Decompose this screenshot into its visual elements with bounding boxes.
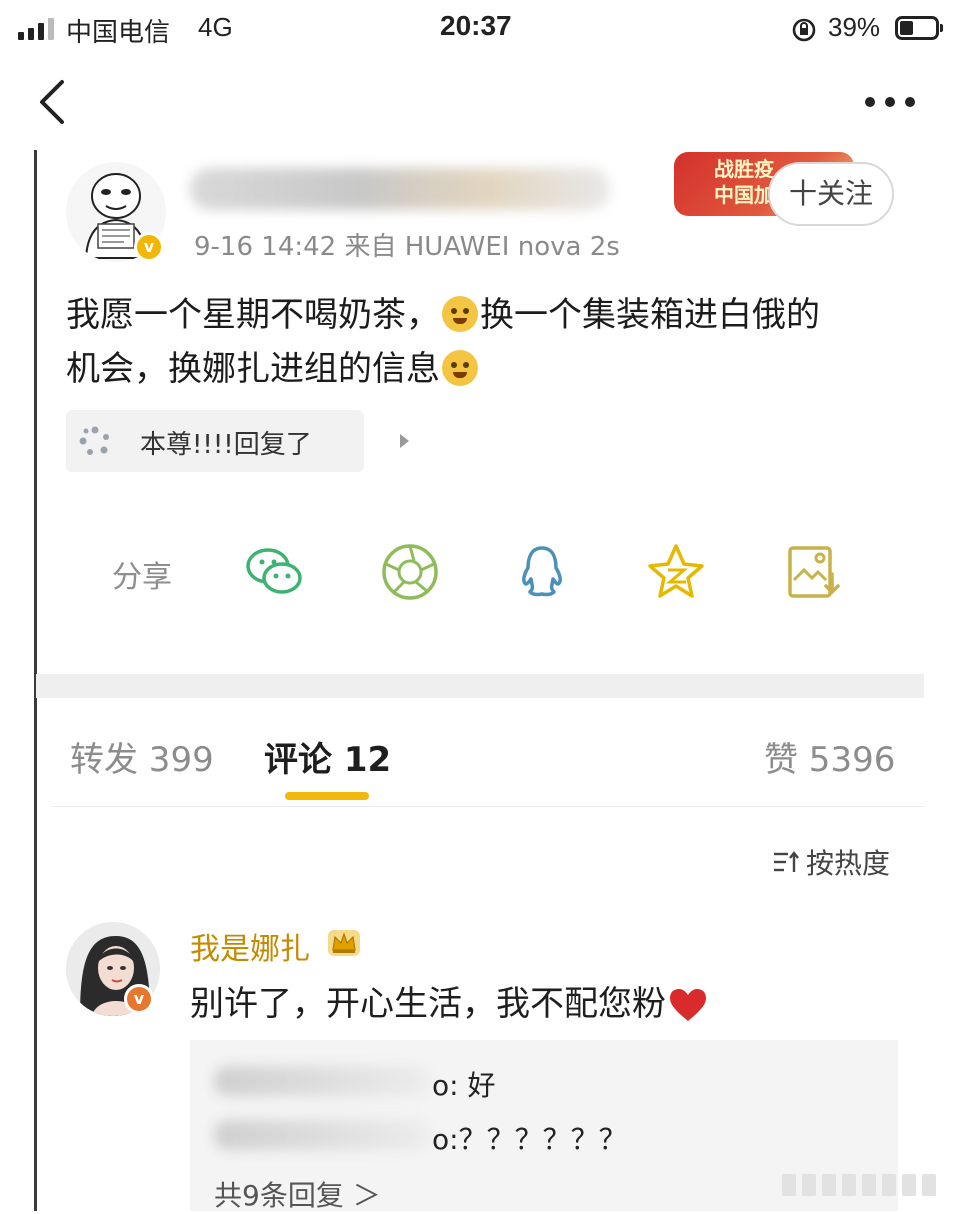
status-time: 20:37: [440, 10, 512, 41]
verified-v-icon: v: [134, 232, 164, 262]
status-bar: 中国电信 4G 20:37 39%: [0, 0, 960, 58]
qq-icon[interactable]: [510, 540, 574, 604]
post-text-line2: 机会，换娜扎进组的信息: [66, 349, 440, 389]
comment-body: 别许了，开心生活，我不配您粉: [190, 976, 708, 1025]
view-all-replies-link[interactable]: 共9条回复 ＞: [214, 1174, 381, 1214]
pleading-emoji-icon: [442, 350, 478, 386]
sparkle-icon: [79, 426, 109, 455]
comment-text: 别许了，开心生活，我不配您粉: [190, 984, 666, 1024]
post-body: 我愿一个星期不喝奶茶， 换一个集装箱进白俄的 机会，换娜扎进组的信息: [66, 288, 896, 396]
post-text-line1b: 换一个集装箱进白俄的: [480, 295, 820, 335]
verified-v-icon: v: [124, 984, 154, 1014]
signal-icon: [18, 18, 58, 40]
network-type: 4G: [198, 12, 233, 42]
tabs-divider: [52, 806, 924, 807]
save-image-icon[interactable]: [780, 540, 844, 604]
post-meta: 9-16 14:42 来自 HUAWEI nova 2s: [194, 232, 620, 262]
reply-author-blurred: [214, 1066, 430, 1096]
crown-icon: [328, 930, 360, 956]
sort-label: 按热度: [806, 847, 891, 880]
author-reply-chip[interactable]: 本尊!!!!回复了: [66, 410, 409, 472]
heart-icon: [670, 989, 706, 1021]
poster-username-blurred[interactable]: [190, 168, 610, 210]
follow-button[interactable]: 十关注: [768, 162, 894, 226]
share-label: 分享: [112, 560, 172, 595]
chevron-right-icon: [400, 434, 409, 448]
tab-repost[interactable]: 转发 399: [70, 732, 214, 781]
reply-author-blurred: [214, 1120, 430, 1150]
sort-icon: [774, 851, 799, 872]
rotation-lock-icon: [792, 18, 816, 42]
qzone-star-icon[interactable]: [644, 540, 708, 604]
wechat-icon[interactable]: [242, 540, 306, 604]
post-text-line1a: 我愿一个星期不喝奶茶，: [66, 295, 440, 335]
crying-emoji-icon: [442, 296, 478, 332]
carrier-label: 中国电信: [66, 18, 171, 48]
more-dots-icon[interactable]: [864, 96, 916, 108]
reply-text: o:？？？？？？: [432, 1123, 627, 1156]
chevron-left-icon[interactable]: [34, 78, 68, 126]
tab-likes[interactable]: 赞 5396: [764, 732, 895, 781]
battery-icon: [895, 16, 943, 40]
tab-comments[interactable]: 评论 12: [264, 732, 391, 781]
battery-percent: 39%: [828, 12, 881, 42]
reply-chip-label: 本尊!!!!回复了: [140, 430, 312, 460]
reply-text: o: 好: [432, 1069, 496, 1102]
commenter-name[interactable]: 我是娜扎: [190, 924, 310, 968]
watermark-bars: [782, 1170, 952, 1200]
moments-icon[interactable]: [378, 540, 442, 604]
section-separator: [36, 674, 924, 698]
active-tab-indicator: [285, 792, 369, 800]
